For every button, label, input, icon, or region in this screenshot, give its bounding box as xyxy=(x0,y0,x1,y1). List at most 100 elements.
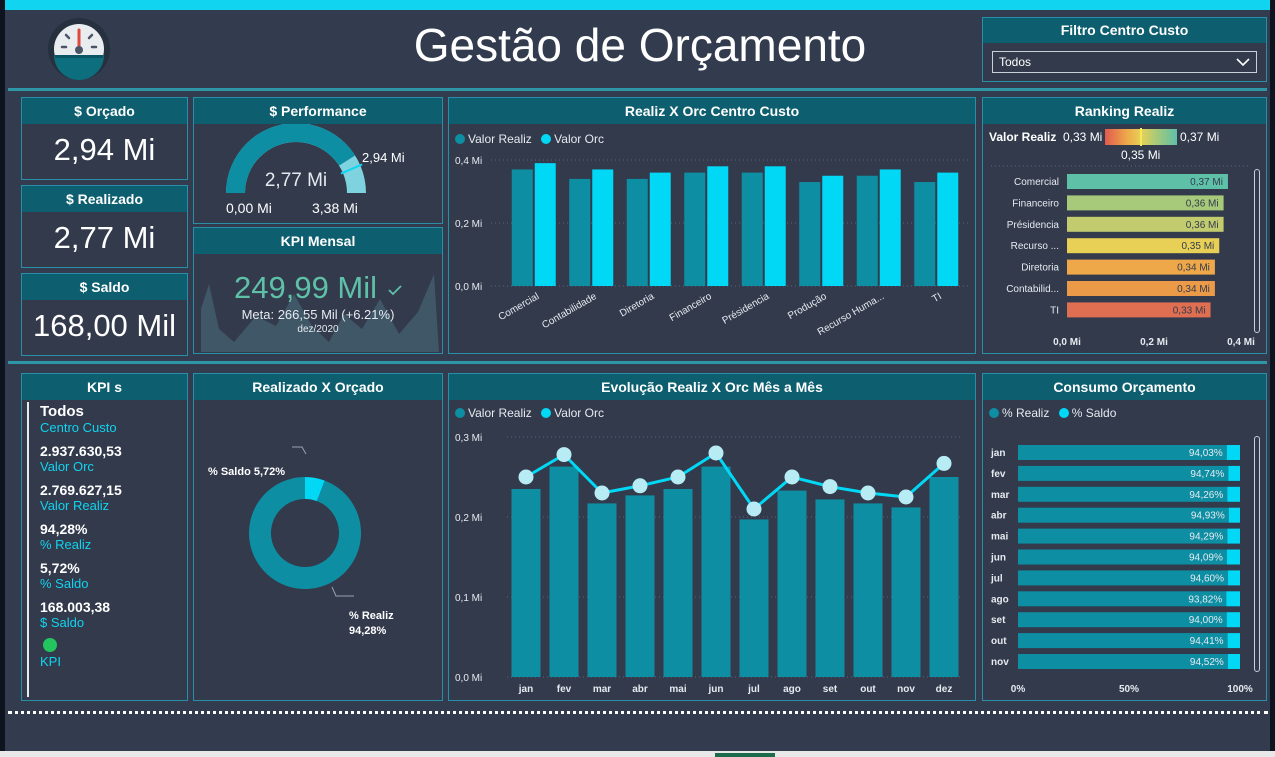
bar-valor-orc xyxy=(592,169,614,286)
kpi-pct-saldo-label: % Saldo xyxy=(40,576,89,591)
donut-leader-saldo xyxy=(292,446,307,455)
ranking-realiz-panel: Ranking Realiz Valor Realiz 0,33 Mi 0,37… xyxy=(982,97,1267,354)
page-title: Gestão de Orçamento xyxy=(413,19,867,71)
card-realizado-value: 2,77 Mi xyxy=(53,220,156,255)
kpi-centro-custo-value: Todos xyxy=(40,403,84,420)
x-tick-label: Comercial xyxy=(497,291,541,323)
line-valor-orc xyxy=(525,450,945,512)
consumo-category-label: set xyxy=(991,615,1006,626)
donut-label-saldo: % Saldo 5,72% xyxy=(208,466,286,478)
ranking-x-tick-label: 0,0 Mi xyxy=(1053,337,1081,348)
card-orcado-title: $ Orçado xyxy=(22,98,187,124)
kpi-pct-realiz-value: 94,28% xyxy=(40,521,88,537)
ranking-category-label: Présidencia xyxy=(1007,220,1060,231)
consumo-title: Consumo Orçamento xyxy=(983,374,1266,400)
performance-max-label: 3,38 Mi xyxy=(312,200,358,216)
kpis-list: Todos Centro Custo 2.937.630,53 Valor Or… xyxy=(40,403,185,677)
ranking-legend-mid: 0,35 Mi xyxy=(1121,148,1161,162)
y-tick-label: 0,2 Mi xyxy=(455,513,482,524)
consumo-panel: Consumo Orçamento % Realiz % Saldo jan 94… xyxy=(982,373,1267,701)
consumo-category-label: jan xyxy=(990,448,1005,459)
ranking-category-label: Diretoria xyxy=(1021,263,1059,274)
point-valor-orc xyxy=(556,447,572,463)
consumo-category-label: mar xyxy=(991,490,1009,501)
performance-target-label: 2,94 Mi xyxy=(362,150,405,165)
consumo-bar-label: 94,74% xyxy=(1190,469,1224,480)
ranking-scrollbar[interactable] xyxy=(1254,169,1260,333)
consumo-bar-saldo xyxy=(1228,465,1240,481)
bar-valor-realiz xyxy=(511,169,533,286)
kpi-saldo-label: $ Saldo xyxy=(40,615,85,630)
consumo-bar-saldo xyxy=(1227,486,1240,502)
x-tick-label: ago xyxy=(783,684,801,695)
bar-valor-realiz xyxy=(684,172,706,286)
kpi-pct-saldo-value: 5,72% xyxy=(40,560,80,576)
bar-valor-orc xyxy=(937,172,959,286)
ranking-x-tick-label: 0,2 Mi xyxy=(1140,337,1168,348)
consumo-bar-label: 94,52% xyxy=(1190,657,1224,668)
filter-title: Filtro Centro Custo xyxy=(983,18,1266,43)
y-tick-label: 0,2 Mi xyxy=(455,219,482,230)
point-valor-orc xyxy=(784,469,800,485)
x-tick-label: Présidencia xyxy=(720,291,771,327)
x-tick-label: Financeiro xyxy=(668,291,714,324)
consumo-category-label: jun xyxy=(990,553,1006,564)
ranking-legend-max: 0,37 Mi xyxy=(1180,130,1220,144)
evolucao-title: Evolução Realiz X Orc Mês a Mês xyxy=(449,374,975,400)
card-realizado-title: $ Realizado xyxy=(22,186,187,212)
x-tick-label: abr xyxy=(632,684,648,695)
consumo-scrollbar[interactable] xyxy=(1254,436,1260,672)
checkmark-icon xyxy=(388,285,402,296)
speedometer-logo-icon xyxy=(47,17,111,81)
kpi-mensal-period: dez/2020 xyxy=(297,324,339,335)
ranking-category-label: Contabilid... xyxy=(1006,284,1059,295)
consumo-bar-label: 94,60% xyxy=(1190,573,1224,584)
donut-label-realiz: % Realiz xyxy=(349,610,394,622)
filter-centro-custo: Filtro Centro Custo Todos xyxy=(982,17,1267,82)
realiz-orc-centro-custo-panel: Realiz X Orc Centro Custo Valor Realiz V… xyxy=(448,97,976,354)
donut-slice-realiz xyxy=(249,477,361,589)
evolucao-chart: 0,0 Mi 0,1 Mi 0,2 Mi 0,3 Mi jan fev mar abr mai j… xyxy=(455,433,963,695)
point-valor-orc xyxy=(594,485,610,501)
bar-valor-realiz xyxy=(891,507,921,677)
bar-valor-orc xyxy=(649,172,671,286)
consumo-category-label: abr xyxy=(991,511,1007,522)
bar-valor-orc xyxy=(822,175,844,286)
x-tick-label: Produção xyxy=(786,291,829,322)
consumo-chart: jan 94,03% fev 94,74% mar 94,26% abr 94,93% mai 9… xyxy=(990,445,1253,695)
kpi-centro-custo-label: Centro Custo xyxy=(40,420,117,435)
consumo-bar-saldo xyxy=(1226,445,1240,460)
card-saldo-title: $ Saldo xyxy=(22,274,187,300)
filter-selected-value: Todos xyxy=(999,55,1032,69)
ranking-gradient-marker xyxy=(1140,128,1142,146)
consumo-bar-label: 94,00% xyxy=(1189,615,1223,626)
bottom-active-tab[interactable] xyxy=(715,753,775,757)
x-tick-label: jul xyxy=(747,684,760,695)
ranking-bar-label: 0,33 Mi xyxy=(1173,305,1206,316)
realizado-x-orcado-panel: Realizado X Orçado % Saldo 5,72% % Reali… xyxy=(193,373,443,701)
consumo-bar-saldo xyxy=(1227,528,1240,544)
realizado-orcado-title: Realizado X Orçado xyxy=(194,374,442,400)
y-tick-label: 0,0 Mi xyxy=(455,282,482,293)
bar-valor-realiz xyxy=(701,466,731,677)
card-realizado: $ Realizado 2,77 Mi xyxy=(21,185,188,268)
filter-dropdown[interactable]: Todos xyxy=(992,51,1257,73)
consumo-bar-label: 94,93% xyxy=(1191,511,1225,522)
bar-valor-realiz xyxy=(777,490,807,677)
footer-dotted-divider xyxy=(8,711,1268,714)
bar-valor-realiz xyxy=(549,466,579,677)
ranking-bar-label: 0,35 Mi xyxy=(1181,241,1214,252)
bar-valor-orc xyxy=(534,163,556,286)
kpis-accent-line xyxy=(27,402,29,697)
ranking-legend-label: Valor Realiz xyxy=(989,130,1057,144)
kpis-panel: KPI s Todos Centro Custo 2.937.630,53 Va… xyxy=(21,373,188,701)
top-accent-bar xyxy=(0,0,1275,10)
ranking-bar-label: 0,36 Mi xyxy=(1186,220,1219,231)
ranking-bar-label: 0,34 Mi xyxy=(1177,284,1210,295)
bar-valor-orc xyxy=(764,166,786,286)
consumo-bar-saldo xyxy=(1227,633,1240,649)
chevron-down-icon xyxy=(1236,58,1250,67)
right-window-edge xyxy=(1270,0,1275,757)
kpi-saldo-value: 168.003,38 xyxy=(40,599,111,615)
ranking-bar-label: 0,34 Mi xyxy=(1177,263,1210,274)
